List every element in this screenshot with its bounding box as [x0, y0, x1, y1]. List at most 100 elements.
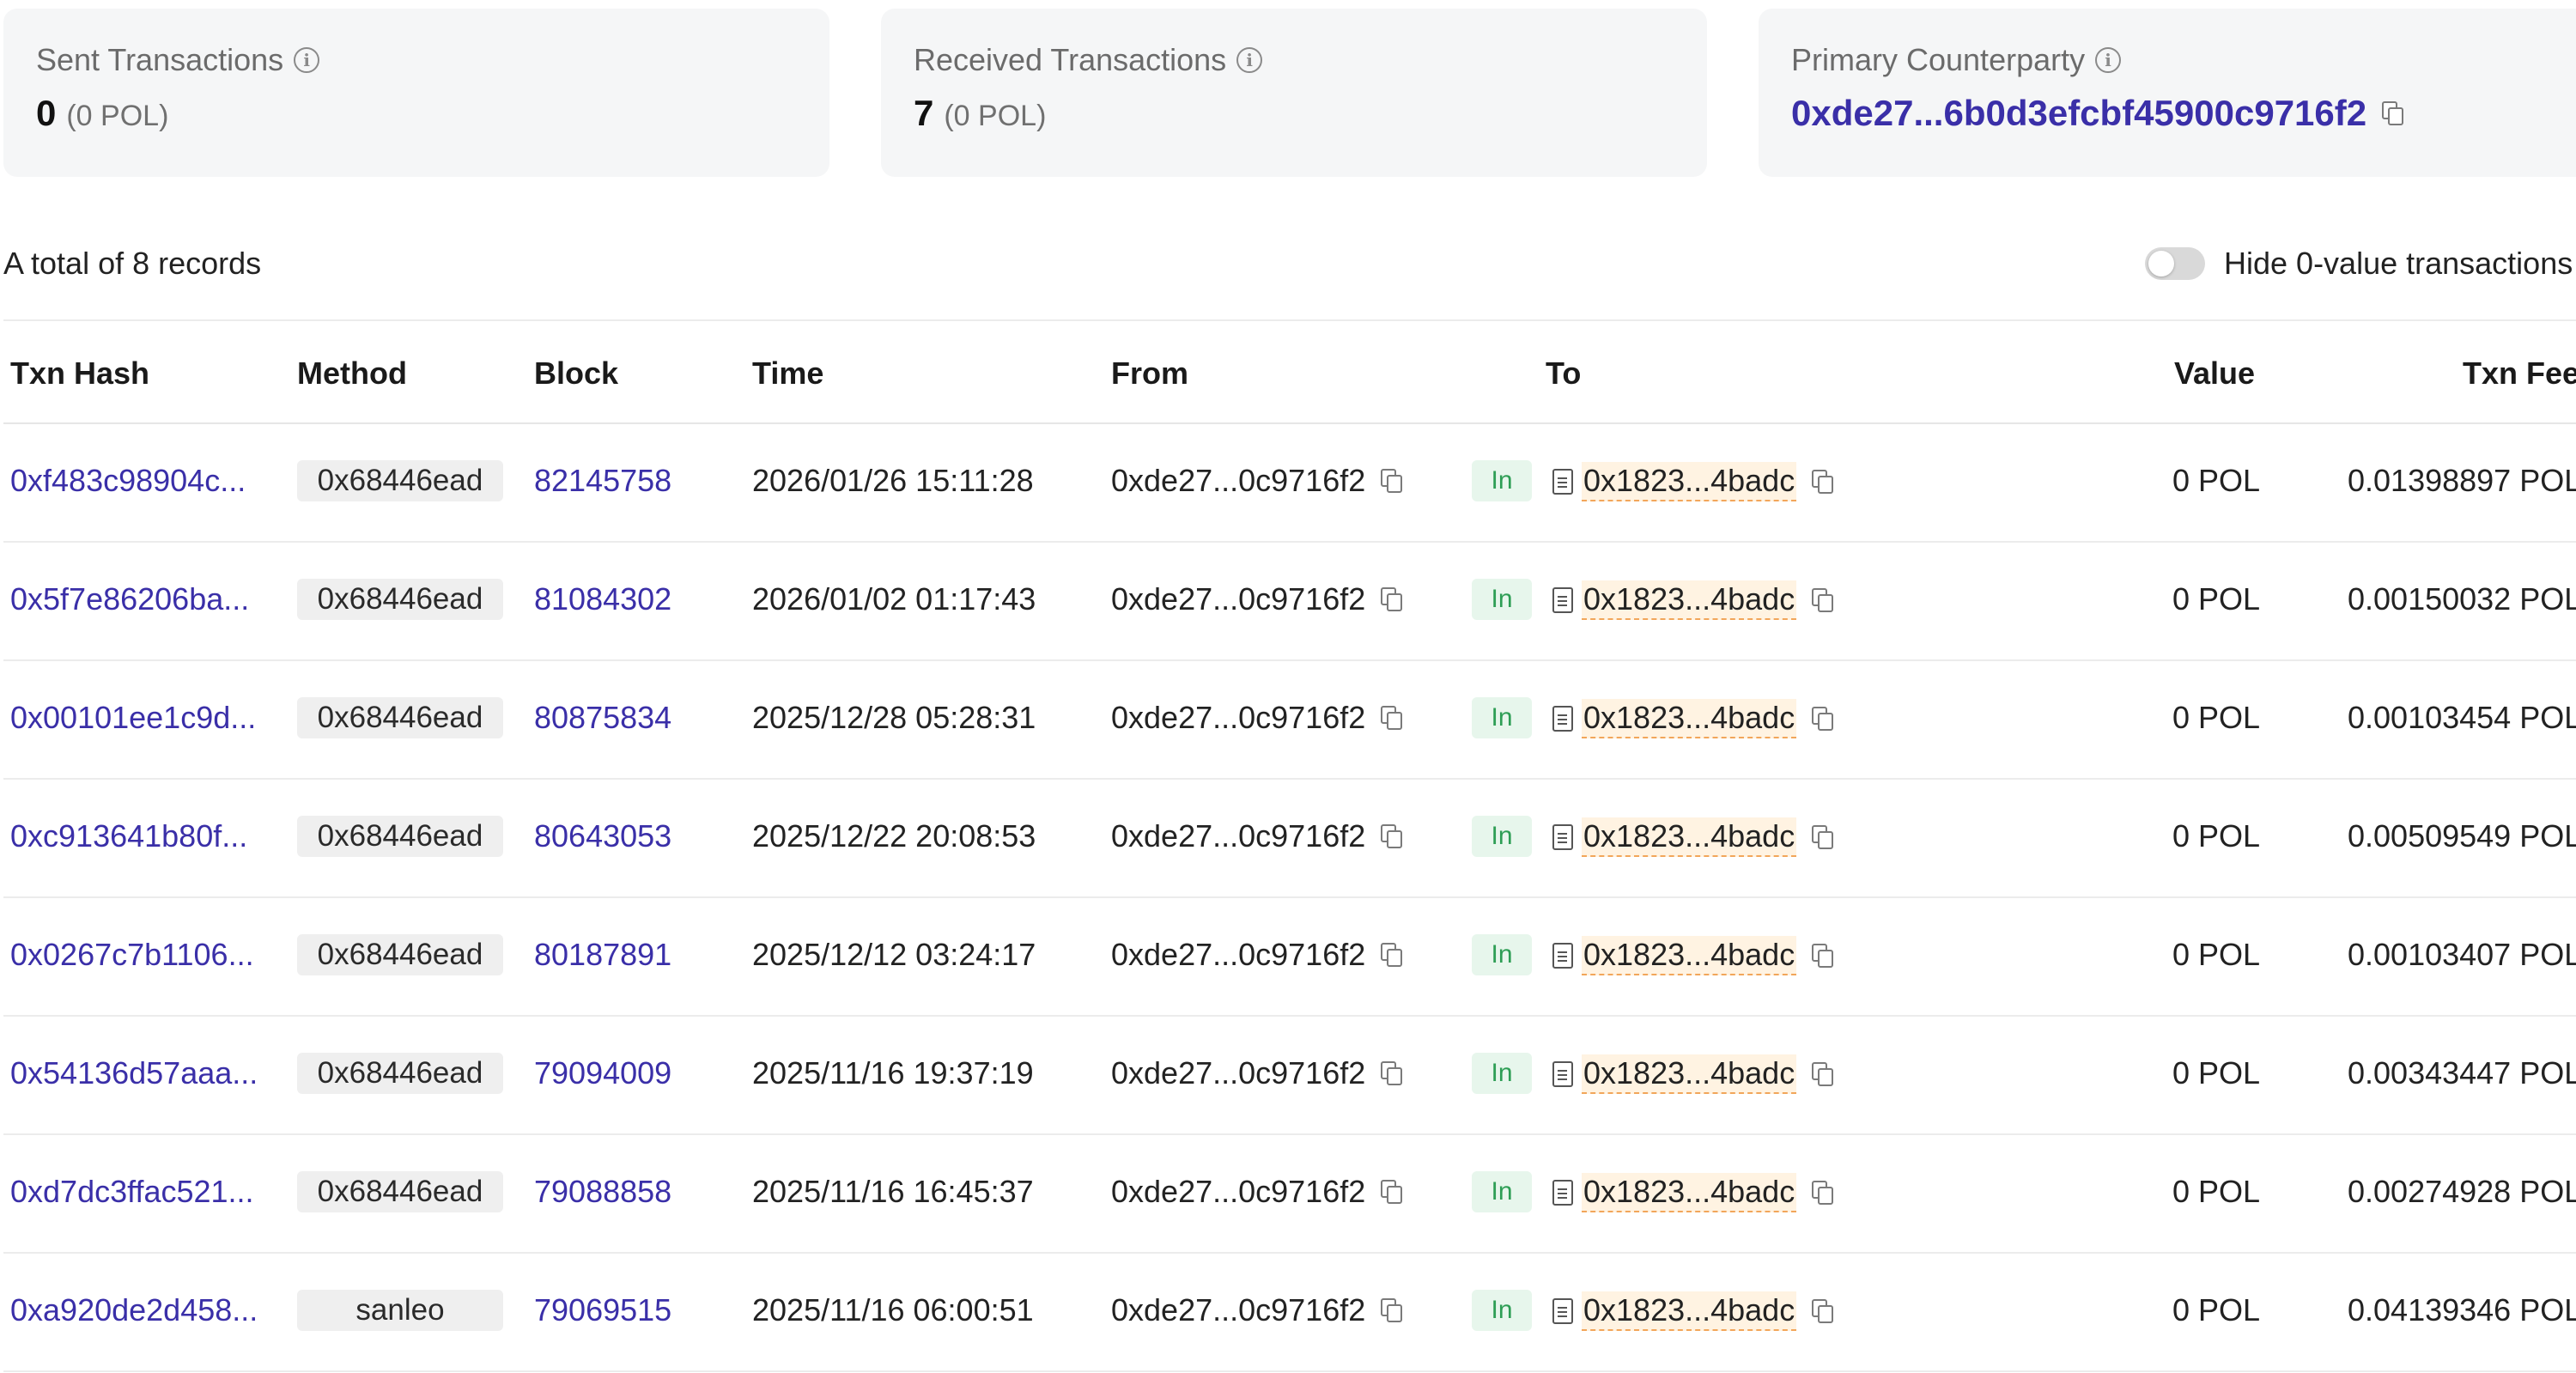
txn-time: 2026/01/26 15:11:28 [752, 463, 1034, 498]
to-address: 0x1823...4badc [1552, 580, 1834, 620]
info-icon[interactable]: i [2095, 47, 2122, 73]
contract-icon [1552, 824, 1573, 850]
table-row: 0x00101ee1c9d... 0x68446ead 80875834 202… [3, 661, 2576, 780]
txn-hash-link[interactable]: 0xa920de2d458... [10, 1291, 258, 1329]
copy-icon[interactable] [1812, 470, 1834, 494]
from-address: 0xde27...0c9716f2 [1111, 1054, 1403, 1092]
copy-icon[interactable] [1381, 706, 1403, 730]
to-address-link[interactable]: 0x1823...4badc [1582, 462, 1797, 501]
to-address-link[interactable]: 0x1823...4badc [1582, 1173, 1797, 1212]
txn-hash-link[interactable]: 0x5f7e86206ba... [10, 580, 249, 618]
to-address-link[interactable]: 0x1823...4badc [1582, 1054, 1797, 1094]
block-link[interactable]: 79088858 [534, 1173, 671, 1211]
to-address: 0x1823...4badc [1552, 462, 1834, 501]
from-address-text: 0xde27...0c9716f2 [1111, 581, 1366, 617]
sent-transactions-label-row: Sent Transactions i [36, 41, 829, 79]
copy-icon[interactable] [1812, 944, 1834, 968]
block-link[interactable]: 79069515 [534, 1291, 671, 1329]
counterparty-address[interactable]: 0xde27...6b0d3efcbf45900c9716f2 [1791, 93, 2366, 134]
header-txn-hash: Txn Hash [10, 355, 150, 391]
to-address-link[interactable]: 0x1823...4badc [1582, 699, 1797, 738]
direction-badge: In [1472, 1171, 1532, 1212]
primary-counterparty-value: 0xde27...6b0d3efcbf45900c9716f2 [1791, 93, 2576, 141]
contract-icon [1552, 587, 1573, 613]
txn-time: 2025/11/16 06:00:51 [752, 1292, 1034, 1327]
copy-icon[interactable] [1381, 1061, 1403, 1085]
to-address-link[interactable]: 0x1823...4badc [1582, 817, 1797, 857]
header-time: Time [752, 355, 824, 391]
copy-icon[interactable] [1381, 943, 1403, 967]
counterparty-address-link[interactable]: 0xde27...6b0d3efcbf45900c9716f2 [1791, 93, 2404, 134]
copy-icon[interactable] [1381, 824, 1403, 848]
txn-fee: 0.04139346 POL [2348, 1292, 2576, 1327]
copy-icon[interactable] [1812, 1299, 1834, 1323]
txn-time: 2025/12/22 20:08:53 [752, 818, 1036, 854]
to-address: 0x1823...4badc [1552, 1054, 1834, 1094]
copy-icon[interactable] [1812, 588, 1834, 612]
from-address: 0xde27...0c9716f2 [1111, 1291, 1403, 1329]
txn-value: 0 POL [2172, 1174, 2261, 1209]
method-badge: 0x68446ead [297, 1171, 503, 1212]
block-link[interactable]: 80875834 [534, 699, 671, 737]
to-address: 0x1823...4badc [1552, 1291, 1834, 1331]
txn-hash-link[interactable]: 0xc913641b80f... [10, 817, 247, 855]
copy-icon[interactable] [1812, 707, 1834, 731]
copy-icon[interactable] [1812, 825, 1834, 849]
txn-hash-link[interactable]: 0x54136d57aaa... [10, 1054, 258, 1092]
txn-fee: 0.00509549 POL [2348, 818, 2576, 854]
txn-hash-link[interactable]: 0xf483c98904c... [10, 462, 246, 500]
block-link[interactable]: 81084302 [534, 580, 671, 618]
sent-transactions-value: 0 (0 POL) [36, 93, 829, 141]
header-value: Value [2174, 355, 2256, 391]
txn-value: 0 POL [2172, 1055, 2261, 1091]
from-address-text: 0xde27...0c9716f2 [1111, 700, 1366, 735]
copy-icon[interactable] [2382, 101, 2404, 125]
hide-zero-value-toggle-group[interactable]: Hide 0-value transactions [2145, 246, 2573, 282]
to-address: 0x1823...4badc [1552, 699, 1834, 738]
records-count: A total of 8 records [3, 246, 262, 281]
block-link[interactable]: 79094009 [534, 1054, 671, 1092]
info-icon[interactable]: i [294, 47, 320, 73]
block-link[interactable]: 80643053 [534, 817, 671, 855]
contract-icon [1552, 1180, 1573, 1206]
received-transactions-value: 7 (0 POL) [914, 93, 1707, 141]
direction-badge: In [1472, 579, 1532, 620]
block-link[interactable]: 80187891 [534, 936, 671, 974]
txn-hash-link[interactable]: 0x00101ee1c9d... [10, 699, 256, 737]
from-address: 0xde27...0c9716f2 [1111, 462, 1403, 500]
copy-icon[interactable] [1812, 1062, 1834, 1086]
direction-badge: In [1472, 1290, 1532, 1331]
to-address: 0x1823...4badc [1552, 936, 1834, 975]
from-address: 0xde27...0c9716f2 [1111, 699, 1403, 737]
header-block: Block [534, 355, 619, 391]
to-address-link[interactable]: 0x1823...4badc [1582, 1291, 1797, 1331]
copy-icon[interactable] [1381, 587, 1403, 611]
hide-zero-value-toggle[interactable] [2145, 247, 2205, 280]
sent-amount: (0 POL) [66, 100, 169, 132]
txn-fee: 0.00343447 POL [2348, 1055, 2576, 1091]
method-badge: 0x68446ead [297, 460, 503, 501]
header-to: To [1546, 355, 1582, 391]
txn-value: 0 POL [2172, 463, 2261, 498]
txn-fee: 0.01398897 POL [2348, 463, 2576, 498]
table-header: Txn Hash Method Block Time From To Value… [3, 319, 2576, 424]
copy-icon[interactable] [1381, 1298, 1403, 1322]
info-icon[interactable]: i [1236, 47, 1263, 73]
copy-icon[interactable] [1381, 1180, 1403, 1204]
to-address-link[interactable]: 0x1823...4badc [1582, 936, 1797, 975]
to-address-link[interactable]: 0x1823...4badc [1582, 580, 1797, 620]
contract-icon [1552, 1298, 1573, 1324]
table-row: 0xd7dc3ffac521... 0x68446ead 79088858 20… [3, 1135, 2576, 1254]
copy-icon[interactable] [1381, 469, 1403, 493]
table-row: 0xf483c98904c... 0x68446ead 82145758 202… [3, 424, 2576, 543]
txn-time: 2025/12/12 03:24:17 [752, 937, 1036, 972]
txn-hash-link[interactable]: 0x0267c7b1106... [10, 936, 254, 974]
copy-icon[interactable] [1812, 1181, 1834, 1205]
block-link[interactable]: 82145758 [534, 462, 671, 500]
primary-counterparty-label-row: Primary Counterparty i [1791, 41, 2576, 79]
table-row: 0xc913641b80f... 0x68446ead 80643053 202… [3, 780, 2576, 898]
table-row: 0x5f7e86206ba... 0x68446ead 81084302 202… [3, 543, 2576, 661]
method-badge: 0x68446ead [297, 579, 503, 620]
hide-zero-value-label: Hide 0-value transactions [2224, 246, 2573, 281]
txn-hash-link[interactable]: 0xd7dc3ffac521... [10, 1173, 254, 1211]
